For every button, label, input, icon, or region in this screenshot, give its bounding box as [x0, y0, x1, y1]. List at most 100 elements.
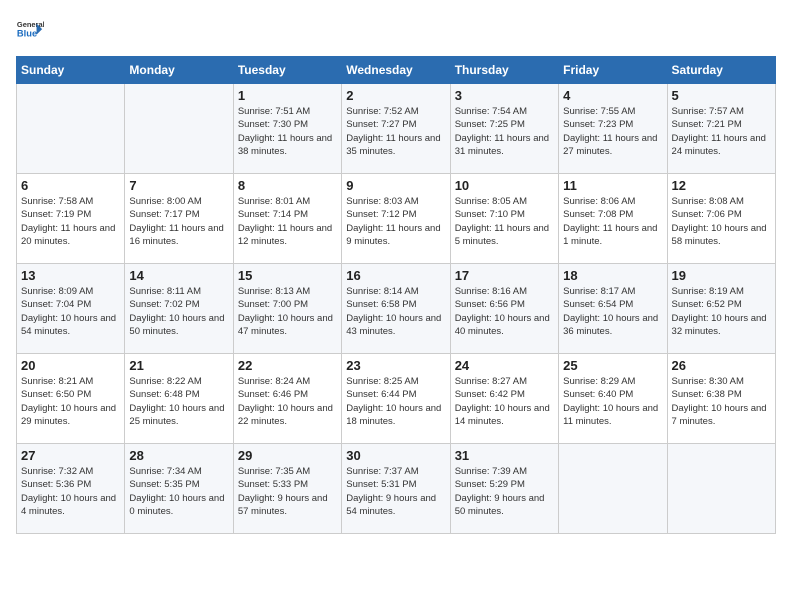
cell-info: Sunrise: 8:21 AM Sunset: 6:50 PM Dayligh…	[21, 375, 120, 428]
calendar-table: SundayMondayTuesdayWednesdayThursdayFrid…	[16, 56, 776, 534]
cell-info: Sunrise: 8:00 AM Sunset: 7:17 PM Dayligh…	[129, 195, 228, 248]
calendar-cell	[125, 84, 233, 174]
calendar-cell	[559, 444, 667, 534]
day-number: 12	[672, 178, 771, 193]
day-number: 6	[21, 178, 120, 193]
cell-info: Sunrise: 8:06 AM Sunset: 7:08 PM Dayligh…	[563, 195, 662, 248]
cell-info: Sunrise: 8:30 AM Sunset: 6:38 PM Dayligh…	[672, 375, 771, 428]
day-number: 23	[346, 358, 445, 373]
cell-info: Sunrise: 7:39 AM Sunset: 5:29 PM Dayligh…	[455, 465, 554, 518]
calendar-cell: 19 Sunrise: 8:19 AM Sunset: 6:52 PM Dayli…	[667, 264, 775, 354]
day-number: 21	[129, 358, 228, 373]
logo: GeneralBlue	[16, 16, 44, 44]
calendar-cell: 30 Sunrise: 7:37 AM Sunset: 5:31 PM Dayli…	[342, 444, 450, 534]
header: GeneralBlue	[16, 16, 776, 44]
col-header-monday: Monday	[125, 57, 233, 84]
day-number: 20	[21, 358, 120, 373]
day-number: 28	[129, 448, 228, 463]
col-header-friday: Friday	[559, 57, 667, 84]
cell-info: Sunrise: 7:37 AM Sunset: 5:31 PM Dayligh…	[346, 465, 445, 518]
week-row-3: 13Sunrise: 8:09 AM Sunset: 7:04 PM Dayli…	[17, 264, 776, 354]
calendar-cell: 13Sunrise: 8:09 AM Sunset: 7:04 PM Dayli…	[17, 264, 125, 354]
day-number: 26	[672, 358, 771, 373]
day-number: 27	[21, 448, 120, 463]
day-number: 30	[346, 448, 445, 463]
cell-info: Sunrise: 7:35 AM Sunset: 5:33 PM Dayligh…	[238, 465, 337, 518]
calendar-cell: 24 Sunrise: 8:27 AM Sunset: 6:42 PM Dayli…	[450, 354, 558, 444]
col-header-sunday: Sunday	[17, 57, 125, 84]
cell-info: Sunrise: 8:19 AM Sunset: 6:52 PM Dayligh…	[672, 285, 771, 338]
calendar-cell: 31 Sunrise: 7:39 AM Sunset: 5:29 PM Dayli…	[450, 444, 558, 534]
cell-info: Sunrise: 8:11 AM Sunset: 7:02 PM Dayligh…	[129, 285, 228, 338]
day-number: 16	[346, 268, 445, 283]
calendar-cell: 22 Sunrise: 8:24 AM Sunset: 6:46 PM Dayli…	[233, 354, 341, 444]
cell-info: Sunrise: 8:22 AM Sunset: 6:48 PM Dayligh…	[129, 375, 228, 428]
calendar-cell: 3Sunrise: 7:54 AM Sunset: 7:25 PM Daylig…	[450, 84, 558, 174]
cell-info: Sunrise: 8:13 AM Sunset: 7:00 PM Dayligh…	[238, 285, 337, 338]
cell-info: Sunrise: 7:55 AM Sunset: 7:23 PM Dayligh…	[563, 105, 662, 158]
calendar-cell	[17, 84, 125, 174]
calendar-cell: 17 Sunrise: 8:16 AM Sunset: 6:56 PM Dayli…	[450, 264, 558, 354]
day-number: 10	[455, 178, 554, 193]
cell-info: Sunrise: 8:24 AM Sunset: 6:46 PM Dayligh…	[238, 375, 337, 428]
day-number: 1	[238, 88, 337, 103]
logo-icon: GeneralBlue	[16, 16, 44, 44]
week-row-4: 20 Sunrise: 8:21 AM Sunset: 6:50 PM Dayli…	[17, 354, 776, 444]
day-number: 11	[563, 178, 662, 193]
calendar-cell: 11 Sunrise: 8:06 AM Sunset: 7:08 PM Dayli…	[559, 174, 667, 264]
day-number: 24	[455, 358, 554, 373]
day-number: 7	[129, 178, 228, 193]
header-row: SundayMondayTuesdayWednesdayThursdayFrid…	[17, 57, 776, 84]
calendar-cell: 1Sunrise: 7:51 AM Sunset: 7:30 PM Daylig…	[233, 84, 341, 174]
calendar-cell: 2Sunrise: 7:52 AM Sunset: 7:27 PM Daylig…	[342, 84, 450, 174]
day-number: 13	[21, 268, 120, 283]
day-number: 15	[238, 268, 337, 283]
week-row-5: 27 Sunrise: 7:32 AM Sunset: 5:36 PM Dayli…	[17, 444, 776, 534]
calendar-cell: 15 Sunrise: 8:13 AM Sunset: 7:00 PM Dayli…	[233, 264, 341, 354]
cell-info: Sunrise: 7:34 AM Sunset: 5:35 PM Dayligh…	[129, 465, 228, 518]
cell-info: Sunrise: 8:25 AM Sunset: 6:44 PM Dayligh…	[346, 375, 445, 428]
cell-info: Sunrise: 7:57 AM Sunset: 7:21 PM Dayligh…	[672, 105, 771, 158]
day-number: 19	[672, 268, 771, 283]
col-header-thursday: Thursday	[450, 57, 558, 84]
day-number: 14	[129, 268, 228, 283]
cell-info: Sunrise: 8:01 AM Sunset: 7:14 PM Dayligh…	[238, 195, 337, 248]
calendar-cell: 7 Sunrise: 8:00 AM Sunset: 7:17 PM Daylig…	[125, 174, 233, 264]
calendar-cell: 28 Sunrise: 7:34 AM Sunset: 5:35 PM Dayli…	[125, 444, 233, 534]
calendar-cell: 27 Sunrise: 7:32 AM Sunset: 5:36 PM Dayli…	[17, 444, 125, 534]
calendar-cell: 21 Sunrise: 8:22 AM Sunset: 6:48 PM Dayli…	[125, 354, 233, 444]
day-number: 2	[346, 88, 445, 103]
calendar-cell: 12 Sunrise: 8:08 AM Sunset: 7:06 PM Dayli…	[667, 174, 775, 264]
cell-info: Sunrise: 8:16 AM Sunset: 6:56 PM Dayligh…	[455, 285, 554, 338]
day-number: 31	[455, 448, 554, 463]
calendar-cell: 9Sunrise: 8:03 AM Sunset: 7:12 PM Daylig…	[342, 174, 450, 264]
col-header-wednesday: Wednesday	[342, 57, 450, 84]
col-header-saturday: Saturday	[667, 57, 775, 84]
day-number: 25	[563, 358, 662, 373]
day-number: 29	[238, 448, 337, 463]
day-number: 17	[455, 268, 554, 283]
cell-info: Sunrise: 8:05 AM Sunset: 7:10 PM Dayligh…	[455, 195, 554, 248]
day-number: 4	[563, 88, 662, 103]
cell-info: Sunrise: 8:27 AM Sunset: 6:42 PM Dayligh…	[455, 375, 554, 428]
calendar-cell: 14 Sunrise: 8:11 AM Sunset: 7:02 PM Dayli…	[125, 264, 233, 354]
cell-info: Sunrise: 8:08 AM Sunset: 7:06 PM Dayligh…	[672, 195, 771, 248]
cell-info: Sunrise: 8:17 AM Sunset: 6:54 PM Dayligh…	[563, 285, 662, 338]
cell-info: Sunrise: 7:58 AM Sunset: 7:19 PM Dayligh…	[21, 195, 120, 248]
calendar-cell: 10 Sunrise: 8:05 AM Sunset: 7:10 PM Dayli…	[450, 174, 558, 264]
col-header-tuesday: Tuesday	[233, 57, 341, 84]
week-row-2: 6 Sunrise: 7:58 AM Sunset: 7:19 PM Daylig…	[17, 174, 776, 264]
calendar-cell: 16 Sunrise: 8:14 AM Sunset: 6:58 PM Dayli…	[342, 264, 450, 354]
calendar-cell	[667, 444, 775, 534]
calendar-cell: 6 Sunrise: 7:58 AM Sunset: 7:19 PM Daylig…	[17, 174, 125, 264]
cell-info: Sunrise: 7:54 AM Sunset: 7:25 PM Dayligh…	[455, 105, 554, 158]
calendar-cell: 20 Sunrise: 8:21 AM Sunset: 6:50 PM Dayli…	[17, 354, 125, 444]
calendar-cell: 18 Sunrise: 8:17 AM Sunset: 6:54 PM Dayli…	[559, 264, 667, 354]
day-number: 5	[672, 88, 771, 103]
day-number: 18	[563, 268, 662, 283]
cell-info: Sunrise: 7:32 AM Sunset: 5:36 PM Dayligh…	[21, 465, 120, 518]
calendar-cell: 26 Sunrise: 8:30 AM Sunset: 6:38 PM Dayli…	[667, 354, 775, 444]
day-number: 8	[238, 178, 337, 193]
cell-info: Sunrise: 8:14 AM Sunset: 6:58 PM Dayligh…	[346, 285, 445, 338]
day-number: 22	[238, 358, 337, 373]
